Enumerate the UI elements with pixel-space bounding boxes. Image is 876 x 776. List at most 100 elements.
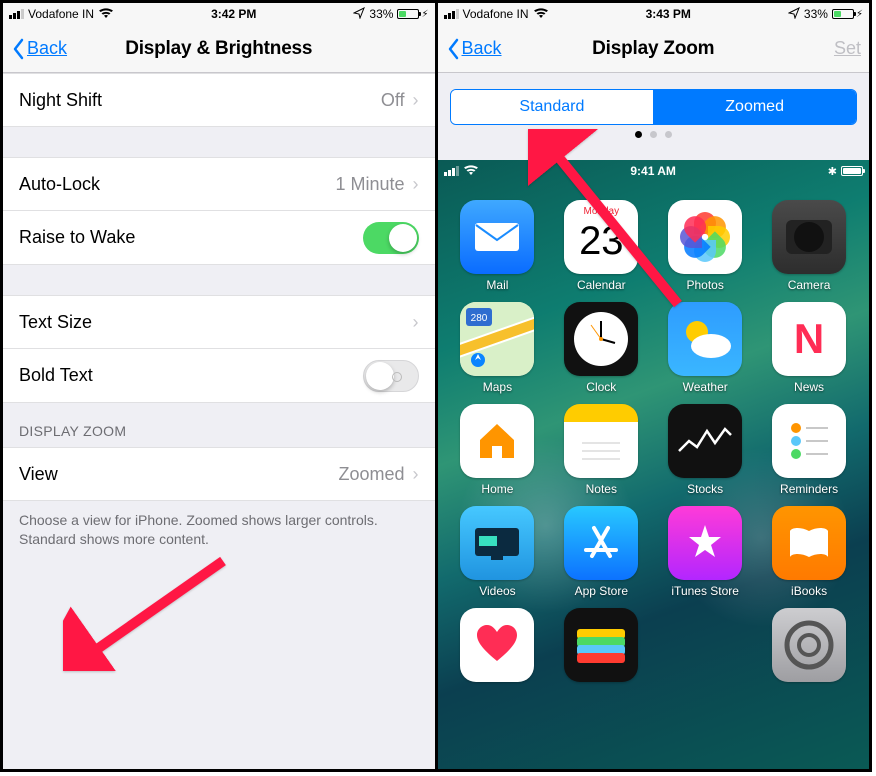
signal-icon <box>444 166 459 176</box>
location-icon <box>353 7 365 22</box>
location-icon <box>788 7 800 22</box>
chevron-left-icon <box>11 38 25 60</box>
nav-title: Display Zoom <box>438 38 870 60</box>
ibooks-icon <box>772 506 846 580</box>
raise-to-wake-switch[interactable] <box>363 222 419 254</box>
nav-bar: Back Display Zoom Set <box>438 25 870 73</box>
videos-icon <box>460 506 534 580</box>
annotation-arrow <box>528 129 698 324</box>
row-label: Night Shift <box>19 90 102 111</box>
settings-icon <box>772 608 846 682</box>
bluetooth-icon: ✱ <box>828 165 837 178</box>
app-label: Clock <box>586 380 616 394</box>
row-label: Raise to Wake <box>19 227 135 248</box>
back-label: Back <box>27 38 67 59</box>
home-icon <box>460 404 534 478</box>
nav-bar: Back Display & Brightness <box>3 25 435 73</box>
back-button[interactable]: Back <box>446 38 502 60</box>
app-label: iTunes Store <box>671 584 739 598</box>
battery-icon <box>841 166 863 176</box>
app-label: Mail <box>486 278 508 292</box>
segmented-control: Standard Zoomed <box>450 89 858 125</box>
battery-percent: 33% <box>369 7 393 21</box>
row-night-shift[interactable]: Night Shift Off › <box>3 73 435 127</box>
app-label: App Store <box>575 584 628 598</box>
status-time: 3:42 PM <box>211 7 256 21</box>
notes-icon <box>564 404 638 478</box>
svg-text:280: 280 <box>471 313 488 324</box>
app-stocks[interactable]: Stocks <box>655 404 755 496</box>
app-notes[interactable]: Notes <box>551 404 651 496</box>
status-time: 3:43 PM <box>646 7 691 21</box>
app-home[interactable]: Home <box>448 404 548 496</box>
carrier-label: Vodafone IN <box>463 7 529 21</box>
set-button[interactable]: Set <box>834 38 861 59</box>
segment-zoomed[interactable]: Zoomed <box>653 90 856 124</box>
app-label: iBooks <box>791 584 827 598</box>
app-wallet[interactable] <box>551 608 651 686</box>
back-button[interactable]: Back <box>11 38 67 60</box>
carrier-label: Vodafone IN <box>28 7 94 21</box>
stocks-icon <box>668 404 742 478</box>
chevron-right-icon: › <box>413 90 419 111</box>
signal-icon <box>444 9 459 19</box>
app-health[interactable] <box>448 608 548 686</box>
row-raise-to-wake[interactable]: Raise to Wake <box>3 211 435 265</box>
row-value: Off <box>381 90 405 111</box>
battery-percent: 33% <box>804 7 828 21</box>
news-icon: N <box>772 302 846 376</box>
app-label: Maps <box>483 380 512 394</box>
reminders-icon <box>772 404 846 478</box>
row-label: View <box>19 464 58 485</box>
section-header: DISPLAY ZOOM <box>3 403 435 447</box>
app-label: News <box>794 380 824 394</box>
battery-icon: ⚡︎ <box>832 9 863 20</box>
app-news[interactable]: N News <box>759 302 859 394</box>
app-label: Home <box>481 482 513 496</box>
mail-icon <box>460 200 534 274</box>
camera-icon <box>772 200 846 274</box>
app-appstore[interactable]: App Store <box>551 506 651 598</box>
back-label: Back <box>462 38 502 59</box>
chevron-left-icon <box>446 38 460 60</box>
health-icon <box>460 608 534 682</box>
chevron-right-icon: › <box>413 464 419 485</box>
row-text-size[interactable]: Text Size › <box>3 295 435 349</box>
battery-icon: ⚡︎ <box>397 9 428 20</box>
row-label: Text Size <box>19 312 92 333</box>
row-value: 1 Minute <box>335 174 404 195</box>
appstore-icon <box>564 506 638 580</box>
app-label: Stocks <box>687 482 723 496</box>
row-view[interactable]: View Zoomed › <box>3 447 435 501</box>
app-ibooks[interactable]: iBooks <box>759 506 859 598</box>
maps-icon: 280 <box>460 302 534 376</box>
wifi-icon <box>533 7 549 22</box>
row-auto-lock[interactable]: Auto-Lock 1 Minute › <box>3 157 435 211</box>
signal-icon <box>9 9 24 19</box>
app-label: Videos <box>479 584 515 598</box>
wallet-icon <box>564 608 638 682</box>
row-label: Bold Text <box>19 365 93 386</box>
status-bar: Vodafone IN 3:42 PM 33% ⚡︎ <box>3 3 435 25</box>
bold-text-switch[interactable] <box>363 360 419 392</box>
app-reminders[interactable]: Reminders <box>759 404 859 496</box>
wifi-icon <box>463 164 479 179</box>
app-videos[interactable]: Videos <box>448 506 548 598</box>
status-bar: Vodafone IN 3:43 PM 33% ⚡︎ <box>438 3 870 25</box>
chevron-right-icon: › <box>413 174 419 195</box>
app-label: Camera <box>788 278 831 292</box>
app-camera[interactable]: Camera <box>759 200 859 292</box>
row-label: Auto-Lock <box>19 174 100 195</box>
nav-title: Display & Brightness <box>3 38 435 60</box>
row-value: Zoomed <box>338 464 404 485</box>
app-settings[interactable] <box>759 608 859 686</box>
itunes-icon <box>668 506 742 580</box>
app-label: Notes <box>586 482 617 496</box>
app-itunes[interactable]: iTunes Store <box>655 506 755 598</box>
segment-standard[interactable]: Standard <box>451 90 654 124</box>
app-label: Reminders <box>780 482 838 496</box>
screenshot-display-zoom: Vodafone IN 3:43 PM 33% ⚡︎ Back Display … <box>435 3 870 769</box>
wifi-icon <box>98 7 114 22</box>
row-bold-text[interactable]: Bold Text <box>3 349 435 403</box>
annotation-arrow <box>63 551 243 676</box>
